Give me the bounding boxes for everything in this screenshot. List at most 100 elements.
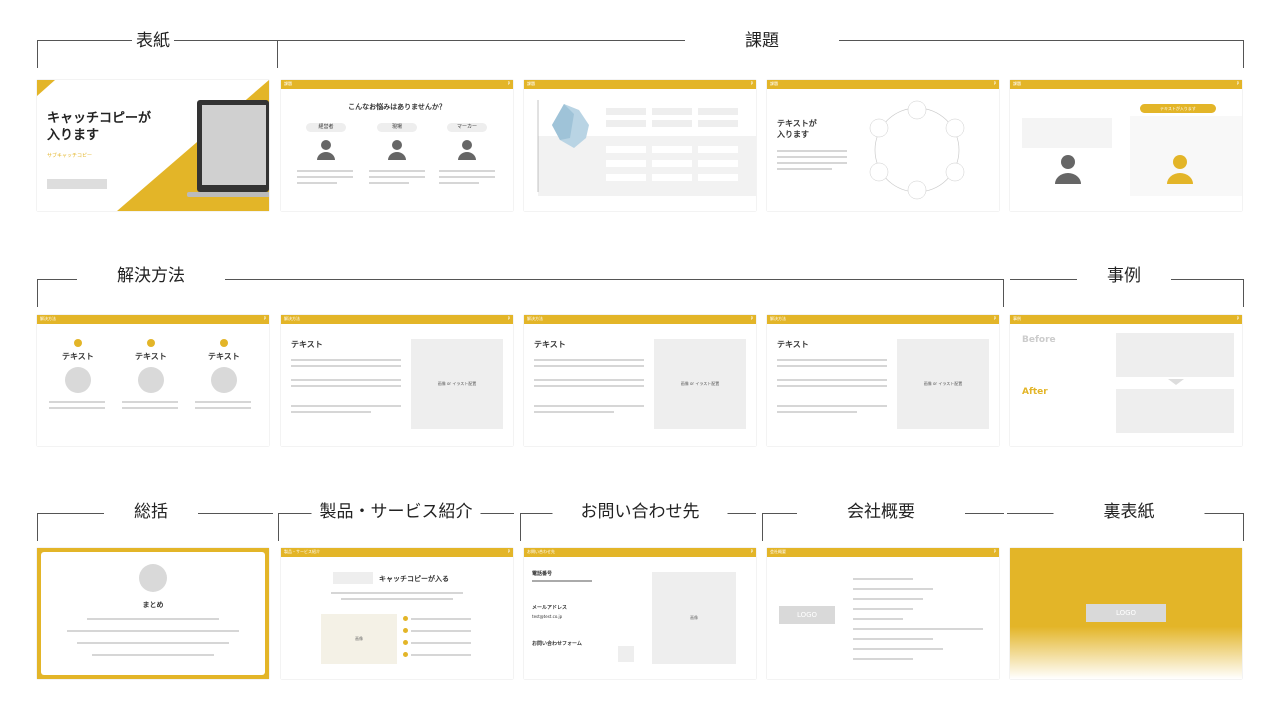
slide-cycle[interactable]: 課題 P テキストが 入ります — [767, 80, 999, 211]
text-line — [853, 638, 933, 640]
text-box — [652, 146, 692, 153]
cover-button — [47, 179, 107, 189]
text-line — [439, 182, 479, 184]
slide-header: 解決方法 P — [524, 315, 756, 324]
section-label-product: 製品・サービス紹介 — [311, 502, 481, 522]
text-box — [652, 160, 692, 167]
text-line — [291, 359, 401, 361]
feature-dot — [403, 628, 408, 633]
slide-iceberg[interactable]: 課題 P — [524, 80, 756, 211]
contact-tel-label: 電話番号 — [532, 571, 553, 577]
slide-header: 解決方法 P — [37, 315, 269, 324]
slide-solution-detail-1[interactable]: 解決方法 P テキスト 画像 or イラスト配置 — [281, 315, 513, 446]
step-dot — [74, 339, 82, 347]
slide-solution-detail-2[interactable]: 解決方法 P テキスト 画像 or イラスト配置 — [524, 315, 756, 446]
slide-header: お問い合わせ先 P — [524, 548, 756, 557]
slide-worries[interactable]: 課題 P こんなお悩みはありませんか？ 経営者 現場 マーカー — [281, 80, 513, 211]
detail-title: テキスト — [534, 340, 566, 349]
section-tick — [278, 513, 279, 541]
text-line — [853, 628, 983, 630]
section-tick — [762, 513, 763, 541]
slide-summary[interactable]: まとめ — [37, 548, 269, 679]
text-box — [606, 174, 646, 181]
text-line — [77, 642, 229, 644]
slide-header: 会社概要 P — [767, 548, 999, 557]
slide-header: 解決方法 P — [767, 315, 999, 324]
slide-solution-detail-3[interactable]: 解決方法 P テキスト 画像 or イラスト配置 — [767, 315, 999, 446]
text-line — [853, 578, 913, 580]
product-catch: キャッチコピーが入る — [379, 575, 449, 583]
text-box — [606, 120, 646, 127]
product-badge — [333, 572, 373, 584]
text-box — [698, 120, 738, 127]
text-line — [369, 182, 409, 184]
text-line — [291, 365, 401, 367]
text-line — [853, 658, 913, 660]
section-tick — [1003, 279, 1004, 307]
step-dot — [147, 339, 155, 347]
text-box — [652, 120, 692, 127]
text-line — [411, 654, 471, 656]
text-line — [534, 365, 644, 367]
text-line — [369, 176, 425, 178]
text-line — [853, 608, 913, 610]
flow-icons — [1055, 155, 1193, 184]
text-line — [122, 401, 178, 403]
tel-line — [532, 580, 592, 582]
cover-decor — [37, 80, 269, 211]
section-label-solution: 解決方法 — [77, 266, 225, 286]
solution-image-3 — [211, 367, 237, 393]
section-label-case: 事例 — [1077, 266, 1171, 286]
text-line — [331, 592, 463, 594]
slide-header: 解決方法 P — [281, 315, 513, 324]
solution-item-3: テキスト — [208, 352, 240, 361]
text-line — [67, 630, 239, 632]
section-tick — [520, 513, 521, 541]
contact-image: 画像 — [652, 572, 736, 664]
text-box — [698, 160, 738, 167]
text-line — [411, 618, 471, 620]
section-label-summary: 総括 — [104, 502, 198, 522]
detail-image: 画像 or イラスト配置 — [897, 339, 989, 429]
cycle-diagram — [869, 100, 965, 200]
text-line — [122, 407, 178, 409]
slide-back-cover[interactable]: LOGO — [1010, 548, 1242, 679]
slide-company[interactable]: 会社概要 P LOGO — [767, 548, 999, 679]
text-box — [606, 108, 646, 115]
text-box — [698, 146, 738, 153]
section-label-contact: お問い合わせ先 — [552, 502, 728, 522]
summary-title: まとめ — [142, 601, 164, 609]
section-tick — [1243, 279, 1244, 307]
text-line — [49, 401, 105, 403]
slide-solution-overview[interactable]: 解決方法 P テキスト テキスト テキスト — [37, 315, 269, 446]
case-arrow — [1168, 379, 1184, 385]
section-label-company: 会社概要 — [797, 502, 965, 522]
slide-contact[interactable]: お問い合わせ先 P 電話番号 メールアドレス test@test.co.jp お問… — [524, 548, 756, 679]
text-line — [195, 407, 251, 409]
detail-title: テキスト — [777, 340, 809, 349]
slide-product[interactable]: 製品・サービス紹介 P キャッチコピーが入る 画像 — [281, 548, 513, 679]
slide-cover[interactable]: キャッチコピーが 入ります サブキャッチコピー — [37, 80, 269, 211]
text-line — [291, 405, 401, 407]
text-box — [698, 108, 738, 115]
person-icons — [317, 140, 476, 160]
text-line — [411, 630, 471, 632]
text-line — [777, 411, 857, 413]
solution-item-2: テキスト — [135, 352, 167, 361]
contact-mail: test@test.co.jp — [532, 614, 563, 619]
feature-dot — [403, 652, 408, 657]
solution-image-1 — [65, 367, 91, 393]
slide-case[interactable]: 事例 P Before After — [1010, 315, 1242, 446]
company-logo: LOGO — [779, 606, 835, 624]
text-line — [87, 618, 219, 620]
text-line — [92, 654, 214, 656]
step-dot — [220, 339, 228, 347]
slide-flow[interactable]: 課題 P テキストが入ります — [1010, 80, 1242, 211]
text-line — [291, 411, 371, 413]
cover-subcopy: サブキャッチコピー — [47, 153, 93, 159]
solution-item-1: テキスト — [62, 352, 94, 361]
text-line — [777, 359, 887, 361]
text-box — [652, 174, 692, 181]
contact-mail-label: メールアドレス — [532, 605, 568, 611]
text-line — [853, 588, 933, 590]
